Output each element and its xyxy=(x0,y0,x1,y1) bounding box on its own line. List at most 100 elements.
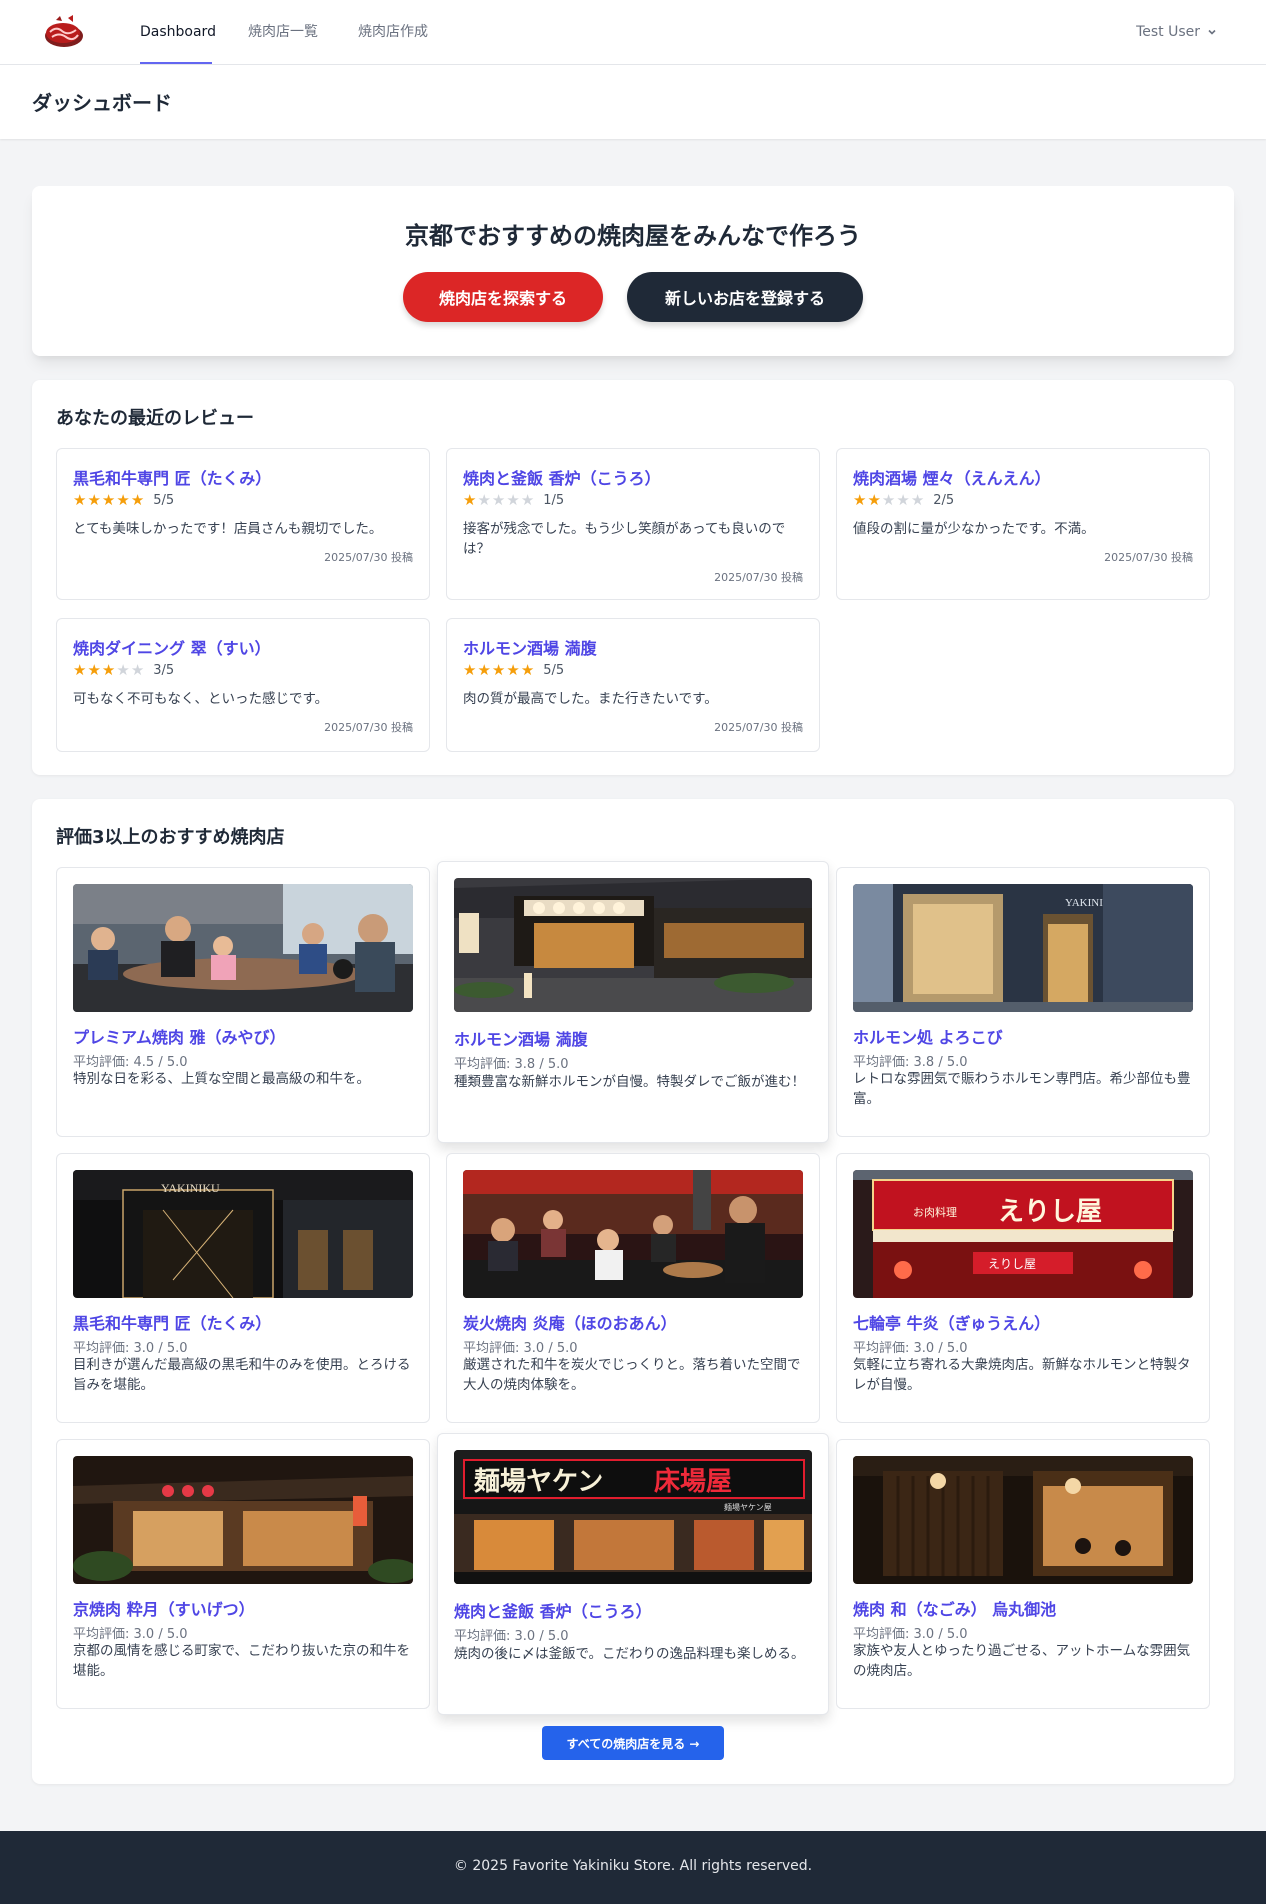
review-date: 2025/07/30 投稿 xyxy=(714,571,803,584)
star-icon: ★ xyxy=(73,491,87,509)
review-comment: とても美味しかったです！店員さんも親切でした。 xyxy=(73,521,383,537)
nav-store-create[interactable]: 焼肉店作成 xyxy=(358,0,428,64)
review-card[interactable]: 焼肉と釜飯 香炉（こうろ） ★ ★ ★ ★ ★ 1/5 接客が残念でした。もう少し笑顔があ… xyxy=(446,448,820,600)
review-score: 5/5 xyxy=(153,493,175,508)
store-name[interactable]: プレミアム焼肉 雅（みやび） xyxy=(73,1024,285,1048)
store-avg-rating: 平均評価: 3.0 / 5.0 xyxy=(853,1341,968,1356)
star-icon: ★ xyxy=(491,491,506,509)
store-photo-lantern-facade[interactable] xyxy=(454,878,812,1012)
nav-dashboard[interactable]: Dashboard xyxy=(140,0,216,64)
star-icon: ★ xyxy=(520,491,535,509)
review-stars: ★ ★ ★ ★ ★ 5/5 xyxy=(463,661,564,679)
review-store-name[interactable]: 焼肉ダイニング 翠（すい） xyxy=(73,635,271,659)
recommended-stores-section: 評価3以上のおすすめ焼肉店 プレミアム焼肉 雅（みやび） 平均評価: 4.5 /… xyxy=(32,799,1234,1784)
store-name[interactable]: ホルモン酒場 満腹 xyxy=(454,1026,588,1050)
store-description: 気軽に立ち寄れる大衆焼肉店。新鮮なホルモンと特製タレが自慢。 xyxy=(853,1357,1191,1393)
star-icon: ★ xyxy=(867,491,881,509)
review-store-name[interactable]: 黒毛和牛専門 匠（たくみ） xyxy=(73,465,271,489)
store-curtain-text: えりし屋 xyxy=(988,1257,1036,1271)
review-comment: 値段の割に量が少なかったです。不満。 xyxy=(853,521,1095,537)
star-icon: ★ xyxy=(506,491,520,509)
hero-title: 京都でおすすめの焼肉屋をみんなで作ろう xyxy=(405,222,861,250)
star-icon: ★ xyxy=(896,491,910,509)
review-card[interactable]: 焼肉酒場 煙々（えんえん） ★ ★ ★ ★ ★ 2/5 値段の割に量が少なかったです。不満… xyxy=(836,448,1210,600)
review-date: 2025/07/30 投稿 xyxy=(1104,551,1193,564)
store-sign-small-text: お肉料理 xyxy=(913,1205,957,1219)
store-photo-lattice-facade[interactable] xyxy=(853,1456,1193,1584)
review-stars: ★ ★ ★ ★ ★ 5/5 xyxy=(73,491,175,509)
page-title: ダッシュボード xyxy=(32,91,172,115)
store-name[interactable]: ホルモン処 よろこび xyxy=(853,1024,1003,1048)
store-avg-rating: 平均評価: 3.8 / 5.0 xyxy=(853,1055,968,1070)
store-photo-night-facade[interactable]: YAKINIKU xyxy=(73,1170,413,1298)
star-icon: ★ xyxy=(87,491,101,509)
store-card[interactable]: YAKINIKU 黒毛和牛専門 匠（たくみ） 平均評価: 3.0 / 5.0 目… xyxy=(56,1153,430,1423)
store-name[interactable]: 炭火焼肉 炎庵（ほのおあん） xyxy=(463,1310,677,1334)
review-comment: 接客が残念でした。もう少し笑顔があっても良いのでは？ xyxy=(463,521,786,557)
store-description: 目利きが選んだ最高級の黒毛和牛のみを使用。とろける旨みを堪能。 xyxy=(73,1357,411,1393)
star-icon: ★ xyxy=(477,661,491,679)
star-icon: ★ xyxy=(463,661,477,679)
star-icon: ★ xyxy=(520,661,535,679)
star-icon: ★ xyxy=(910,491,925,509)
review-stars: ★ ★ ★ ★ ★ 2/5 xyxy=(853,491,955,509)
view-all-stores-button[interactable]: すべての焼肉店を見る → xyxy=(542,1726,724,1760)
neon-sign-right-text: 床場屋 xyxy=(654,1466,732,1497)
yakiniku-logo-icon[interactable] xyxy=(42,12,86,52)
store-name[interactable]: 京焼肉 粋月（すいげつ） xyxy=(73,1596,255,1620)
footer-copyright: © 2025 Favorite Yakiniku Store. All righ… xyxy=(453,1858,813,1874)
store-avg-rating: 平均評価: 4.5 / 5.0 xyxy=(73,1055,188,1070)
store-photo-modern-facade[interactable]: YAKINIKU xyxy=(853,884,1193,1012)
star-icon: ★ xyxy=(477,491,491,509)
store-photo-neon-front[interactable]: 麺場ヤケン 床場屋 麺場ヤケン屋 xyxy=(454,1450,812,1584)
store-photo-machiya[interactable] xyxy=(73,1456,413,1584)
neon-sign-left-text: 麺場ヤケン xyxy=(473,1467,603,1497)
recent-reviews-section: あなたの最近のレビュー 黒毛和牛専門 匠（たくみ） ★ ★ ★ ★ ★ 5/5 とても美味… xyxy=(32,380,1234,775)
store-card[interactable]: プレミアム焼肉 雅（みやび） 平均評価: 4.5 / 5.0 特別な日を彩る、上… xyxy=(56,867,430,1137)
user-menu[interactable]: Test User xyxy=(1136,0,1218,64)
explore-stores-button[interactable]: 焼肉店を探索する xyxy=(403,272,603,322)
store-description: 焼肉の後に〆は釜飯で。こだわりの逸品料理も楽しめる。 xyxy=(454,1646,805,1662)
store-description: 厳選された和牛を炭火でじっくりと。落ち着いた空間で大人の焼肉体験を。 xyxy=(463,1357,801,1393)
store-card[interactable]: 炭火焼肉 炎庵（ほのおあん） 平均評価: 3.0 / 5.0 厳選された和牛を炭… xyxy=(446,1153,820,1423)
store-card[interactable]: YAKINIKU ホルモン処 よろこび 平均評価: 3.8 / 5.0 レトロな… xyxy=(836,867,1210,1137)
star-icon: ★ xyxy=(853,491,867,509)
review-score: 2/5 xyxy=(933,493,955,508)
store-description: 家族や友人とゆったり過ごせる、アットホームな雰囲気の焼肉店。 xyxy=(853,1643,1191,1679)
star-icon: ★ xyxy=(87,661,101,679)
register-store-button[interactable]: 新しいお店を登録する xyxy=(627,272,863,322)
star-icon: ★ xyxy=(881,491,896,509)
star-icon: ★ xyxy=(130,491,145,509)
store-description: 特別な日を彩る、上質な空間と最高級の和牛を。 xyxy=(73,1071,370,1087)
review-card[interactable]: 黒毛和牛専門 匠（たくみ） ★ ★ ★ ★ ★ 5/5 とても美味しかったです！店員さんも… xyxy=(56,448,430,600)
review-date: 2025/07/30 投稿 xyxy=(714,721,803,734)
store-description: 京都の風情を感じる町家で、こだわり抜いた京の和牛を堪能。 xyxy=(73,1643,410,1679)
store-card-hovered[interactable]: ホルモン酒場 満腹 平均評価: 3.8 / 5.0 種類豊富な新鮮ホルモンが自慢… xyxy=(437,861,829,1143)
store-card-hovered[interactable]: 麺場ヤケン 床場屋 麺場ヤケン屋 焼肉と釜飯 香炉（こうろ） 平均評価: 3.0… xyxy=(437,1433,829,1715)
star-icon: ★ xyxy=(101,491,116,509)
store-name[interactable]: 焼肉 和（なごみ） 烏丸御池 xyxy=(853,1596,1056,1620)
review-date: 2025/07/30 投稿 xyxy=(324,551,413,564)
review-store-name[interactable]: 焼肉と釜飯 香炉（こうろ） xyxy=(463,465,661,489)
nav-store-list[interactable]: 焼肉店一覧 xyxy=(248,0,318,64)
store-avg-rating: 平均評価: 3.8 / 5.0 xyxy=(454,1057,569,1072)
reviews-section-title: あなたの最近のレビュー xyxy=(56,408,254,429)
review-score: 1/5 xyxy=(543,493,565,508)
store-photo-red-sign[interactable]: お肉料理 えりし屋 えりし屋 xyxy=(853,1170,1193,1298)
review-card[interactable]: 焼肉ダイニング 翠（すい） ★ ★ ★ ★ ★ 3/5 可もなく不可もなく、といった感じで… xyxy=(56,618,430,752)
store-photo-busy-interior[interactable] xyxy=(463,1170,803,1298)
star-icon: ★ xyxy=(130,661,145,679)
store-card[interactable]: お肉料理 えりし屋 えりし屋 七輪亭 牛炎（ぎゅうえん） 平均評価: 3.0 /… xyxy=(836,1153,1210,1423)
star-icon: ★ xyxy=(116,661,130,679)
store-name[interactable]: 黒毛和牛専門 匠（たくみ） xyxy=(73,1310,271,1334)
review-store-name[interactable]: ホルモン酒場 満腹 xyxy=(463,635,597,659)
store-name[interactable]: 七輪亭 牛炎（ぎゅうえん） xyxy=(853,1310,1050,1334)
store-photo-family-dining[interactable] xyxy=(73,884,413,1012)
store-card[interactable]: 京焼肉 粋月（すいげつ） 平均評価: 3.0 / 5.0 京都の風情を感じる町家… xyxy=(56,1439,430,1709)
store-card[interactable]: 焼肉 和（なごみ） 烏丸御池 平均評価: 3.0 / 5.0 家族や友人とゆった… xyxy=(836,1439,1210,1709)
store-description: 種類豊富な新鮮ホルモンが自慢。特製ダレでご飯が進む！ xyxy=(454,1074,805,1090)
star-icon: ★ xyxy=(463,491,477,509)
review-card[interactable]: ホルモン酒場 満腹 ★ ★ ★ ★ ★ 5/5 肉の質が最高でした。また行きたいです。 2… xyxy=(446,618,820,752)
review-store-name[interactable]: 焼肉酒場 煙々（えんえん） xyxy=(853,465,1051,489)
store-name[interactable]: 焼肉と釜飯 香炉（こうろ） xyxy=(454,1598,652,1622)
